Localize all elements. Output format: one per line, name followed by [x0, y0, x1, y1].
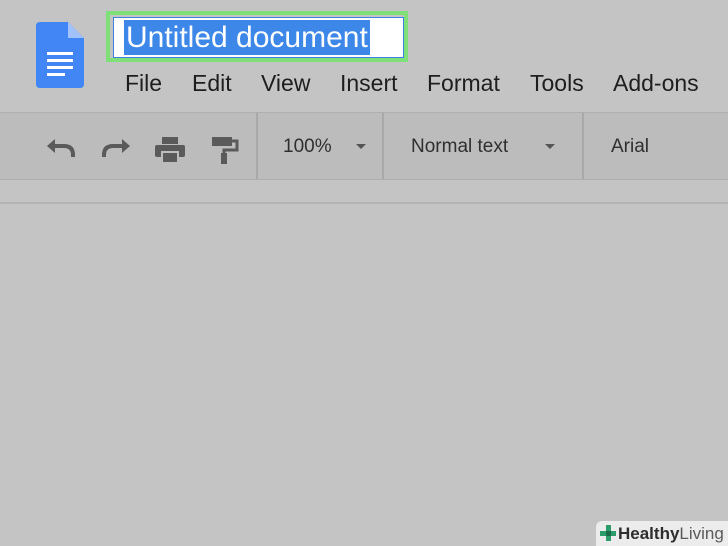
font-select[interactable]: Arial	[611, 130, 649, 164]
menu-bar: File Edit View Insert Format Tools Add-o…	[0, 66, 728, 100]
toolbar-separator	[582, 113, 584, 179]
document-title-text[interactable]: Untitled document	[124, 20, 370, 55]
plus-logo-icon	[600, 525, 616, 541]
paint-format-icon[interactable]	[208, 135, 242, 165]
watermark: HealthyLiving	[596, 521, 728, 546]
document-canvas[interactable]	[0, 204, 728, 546]
docs-header: Untitled document File Edit View Insert …	[0, 0, 728, 112]
toolbar: 100% Normal text Arial	[0, 112, 728, 180]
menu-view[interactable]: View	[261, 66, 310, 100]
toolbar-separator	[256, 113, 258, 179]
watermark-text: HealthyLiving	[618, 523, 724, 545]
undo-icon[interactable]	[44, 135, 78, 165]
menu-file[interactable]: File	[125, 66, 162, 100]
toolbar-separator	[382, 113, 384, 179]
watermark-brand-light: Living	[679, 524, 724, 543]
style-dropdown-arrow-icon[interactable]	[545, 144, 555, 149]
menu-format[interactable]: Format	[427, 66, 500, 100]
menu-add-ons[interactable]: Add-ons	[613, 66, 699, 100]
menu-edit[interactable]: Edit	[192, 66, 232, 100]
redo-icon[interactable]	[99, 135, 133, 165]
watermark-brand-bold: Healthy	[618, 524, 680, 543]
paragraph-style-select[interactable]: Normal text	[411, 130, 508, 164]
zoom-select[interactable]: 100%	[283, 130, 332, 164]
menu-tools[interactable]: Tools	[530, 66, 584, 100]
zoom-dropdown-arrow-icon[interactable]	[356, 144, 366, 149]
print-icon[interactable]	[153, 135, 187, 165]
menu-insert[interactable]: Insert	[340, 66, 398, 100]
